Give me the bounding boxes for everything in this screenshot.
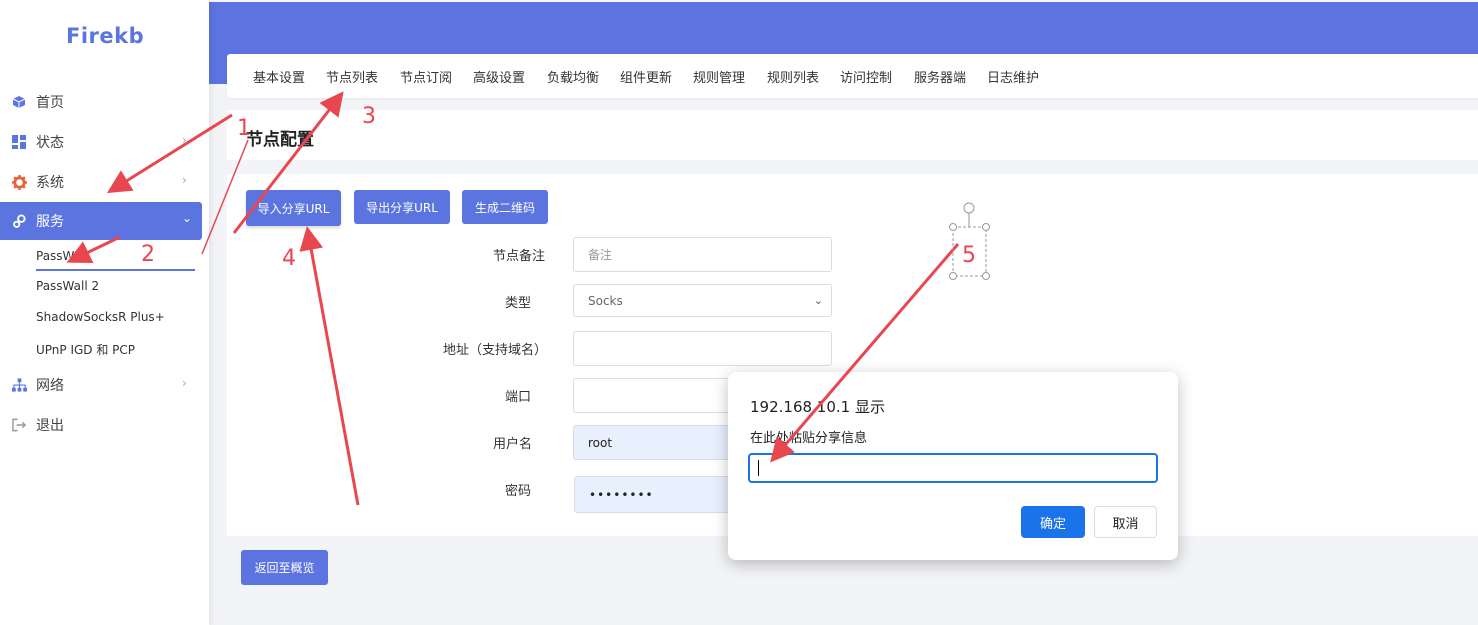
export-url-button[interactable]: 导出分享URL [354,190,450,224]
username-label: 用户名 [493,437,533,452]
qrcode-button[interactable]: 生成二维码 [462,190,548,224]
sidebar-item-status[interactable]: 状态 › [0,123,202,161]
tab-component-update[interactable]: 组件更新 [620,67,672,86]
ok-button[interactable]: 确定 [1021,506,1085,538]
page-title: 节点配置 [246,130,314,150]
sidebar-item-label: 服务 [36,214,64,230]
remark-label: 节点备注 [493,249,546,264]
sidebar-item-label: 首页 [36,95,64,111]
address-input[interactable] [573,331,832,366]
type-select[interactable]: Socks ⌄ [573,284,832,317]
text-caret [758,460,759,476]
type-label: 类型 [505,296,532,311]
sidebar-item-label: 系统 [36,175,64,191]
chevron-down-icon: ⌄ [813,294,823,307]
chevron-down-icon: ⌄ [182,211,193,225]
chevron-right-icon: › [182,376,187,390]
address-label: 地址（支持域名） [443,343,548,358]
chevron-right-icon: › [182,133,187,147]
password-label: 密码 [505,484,532,499]
sidebar-item-services[interactable]: 服务 ⌄ [0,202,202,240]
sidebar-item-network[interactable]: 网络 › [0,366,202,404]
sidebar-item-logout[interactable]: 退出 [0,406,202,444]
tab-node-list[interactable]: 节点列表 [326,67,378,86]
tab-log[interactable]: 日志维护 [987,67,1039,86]
sidebar-item-home[interactable]: 首页 [0,83,202,121]
tab-rule-list[interactable]: 规则列表 [767,67,819,86]
dialog-title: 192.168.10.1 显示 [750,398,885,416]
dialog-message: 在此处粘贴分享信息 [750,431,868,446]
back-to-overview-button[interactable]: 返回至概览 [241,550,328,585]
type-select-value: Socks [588,293,623,308]
remark-input[interactable]: 备注 [573,237,832,272]
tab-basic-settings[interactable]: 基本设置 [253,67,305,86]
dialog-input[interactable] [748,453,1158,483]
sidebar-item-system[interactable]: 系统 › [0,163,202,201]
sidebar-subitem-passwall[interactable]: PassWall [36,249,195,271]
cancel-button[interactable]: 取消 [1094,506,1157,538]
sidebar-item-label: 退出 [36,418,64,434]
tab-advanced-settings[interactable]: 高级设置 [473,67,525,86]
chevron-right-icon: › [182,173,187,187]
tab-node-subscribe[interactable]: 节点订阅 [400,67,452,86]
sidebar-item-label: 网络 [36,378,64,394]
cogs-icon [11,213,27,229]
tab-load-balance[interactable]: 负载均衡 [547,67,599,86]
tab-rule-manage[interactable]: 规则管理 [693,67,745,86]
username-input[interactable]: root [573,425,743,460]
sidebar-subitem-passwall2[interactable]: PassWall 2 [36,279,99,293]
tab-bar: 基本设置 节点列表 节点订阅 高级设置 负载均衡 组件更新 规则管理 规则列表 … [227,54,1478,98]
prompt-dialog: 192.168.10.1 显示 在此处粘贴分享信息 确定 取消 [728,372,1178,560]
port-label: 端口 [505,390,532,405]
section-header: 节点配置 [227,110,1478,160]
logo: Firekb [66,24,145,48]
tab-access-control[interactable]: 访问控制 [840,67,892,86]
gear-icon [11,174,27,190]
cube-icon [11,94,27,110]
sidebar-subitem-ssr-plus[interactable]: ShadowSocksR Plus+ [36,310,165,324]
password-input[interactable]: •••••••• [574,476,744,513]
logout-icon [11,417,27,433]
sitemap-icon [11,377,27,393]
tab-server[interactable]: 服务器端 [914,67,966,86]
import-url-button[interactable]: 导入分享URL [246,190,341,226]
dashboard-icon [11,134,27,150]
sidebar-item-label: 状态 [36,135,64,151]
sidebar-subitem-upnp[interactable]: UPnP IGD 和 PCP [36,341,135,358]
sidebar: Firekb 首页 状态 › 系统 › 服务 ⌄ PassWall PassWa… [0,0,209,625]
